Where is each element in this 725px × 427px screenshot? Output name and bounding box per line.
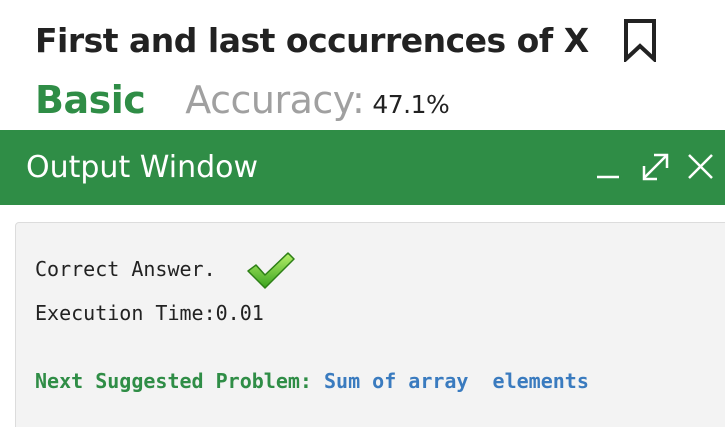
problem-meta: Basic Accuracy: 47.1% xyxy=(35,78,450,122)
execution-time: Execution Time:0.01 xyxy=(35,301,264,325)
minimize-icon[interactable] xyxy=(592,150,626,184)
accuracy-value: 47.1% xyxy=(372,90,450,119)
difficulty-badge: Basic xyxy=(35,78,146,122)
accuracy-label: Accuracy: xyxy=(185,78,365,122)
output-window-body: Correct Answer. Execution Time:0.01 Next… xyxy=(15,222,725,427)
bookmark-icon[interactable] xyxy=(623,18,657,64)
result-text: Correct Answer. xyxy=(35,257,216,281)
problem-page: First and last occurrences of X Basic Ac… xyxy=(0,0,725,427)
next-suggested-problem: Next Suggested Problem: Sum of array ele… xyxy=(35,369,589,393)
output-window-title: Output Window xyxy=(26,150,259,185)
checkmark-icon xyxy=(246,251,296,291)
close-icon[interactable] xyxy=(684,150,718,184)
expand-icon[interactable] xyxy=(640,150,674,184)
output-window-header: Output Window xyxy=(0,130,725,205)
next-problem-link[interactable]: Sum of array elements xyxy=(324,369,589,393)
next-problem-label: Next Suggested Problem: xyxy=(35,369,324,393)
problem-title-row: First and last occurrences of X xyxy=(35,18,657,64)
problem-title: First and last occurrences of X xyxy=(35,20,589,60)
